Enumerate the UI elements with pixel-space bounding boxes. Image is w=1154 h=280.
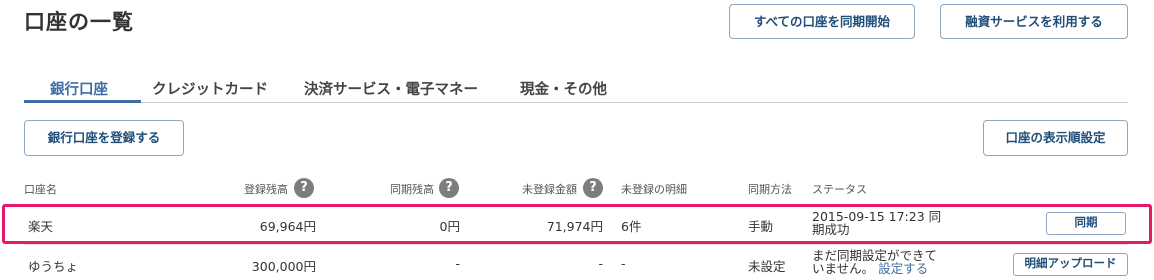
tab-cash-other[interactable]: 現金・その他 xyxy=(520,78,607,99)
account-name[interactable]: ゆうちょ xyxy=(28,256,78,275)
display-order-settings-button[interactable]: 口座の表示順設定 xyxy=(983,120,1128,156)
row-highlight-frame xyxy=(2,204,1152,244)
account-type-tabs: 銀行口座 クレジットカード 決済サービス・電子マネー 現金・その他 xyxy=(24,72,1128,103)
sync-all-button[interactable]: すべての口座を同期開始 xyxy=(729,4,915,39)
page-title: 口座の一覧 xyxy=(24,10,134,34)
status-line: いません。 設定する xyxy=(812,262,972,275)
tab-credit-cards[interactable]: クレジットカード xyxy=(152,78,268,99)
tab-payment-services[interactable]: 決済サービス・電子マネー xyxy=(304,78,478,99)
status-line-text: いません。 xyxy=(812,261,875,276)
sync-status: まだ同期設定ができて いません。 設定する xyxy=(812,249,972,275)
row-divider xyxy=(24,244,1128,245)
question-circle-icon[interactable]: ? xyxy=(439,178,459,198)
header-status: ステータス xyxy=(812,183,867,196)
tab-bank-accounts[interactable]: 銀行口座 xyxy=(50,78,108,99)
table-header: 口座名 登録残高 ? 同期残高 ? 未登録金額 ? 未登録の明細 同期方法 ステ… xyxy=(0,178,1154,202)
register-bank-account-button[interactable]: 銀行口座を登録する xyxy=(24,120,184,156)
header-sync-method: 同期方法 xyxy=(748,183,792,196)
sync-method: 未設定 xyxy=(748,259,786,274)
header-synced-balance: 同期残高 xyxy=(390,183,434,196)
finance-service-button[interactable]: 融資サービスを利用する xyxy=(940,4,1128,39)
header-account-name: 口座名 xyxy=(24,183,57,196)
header-unregistered-amount: 未登録金額 xyxy=(522,183,577,196)
setup-sync-link[interactable]: 設定する xyxy=(878,261,928,276)
header-registered-balance: 登録残高 xyxy=(244,183,288,196)
unregistered-amount: - xyxy=(598,256,603,271)
upload-statements-button[interactable]: 明細アップロード xyxy=(1013,253,1128,276)
header-unregistered-details: 未登録の明細 xyxy=(621,183,687,196)
question-circle-icon[interactable]: ? xyxy=(294,178,314,198)
active-tab-indicator xyxy=(24,100,141,103)
question-circle-icon[interactable]: ? xyxy=(583,178,603,198)
synced-balance: - xyxy=(455,256,460,271)
registered-balance: 300,000円 xyxy=(251,259,316,274)
unregistered-details: - xyxy=(621,256,626,271)
table-row: ゆうちょ 300,000円 - - - 未設定 まだ同期設定ができて いません。… xyxy=(0,246,1154,280)
